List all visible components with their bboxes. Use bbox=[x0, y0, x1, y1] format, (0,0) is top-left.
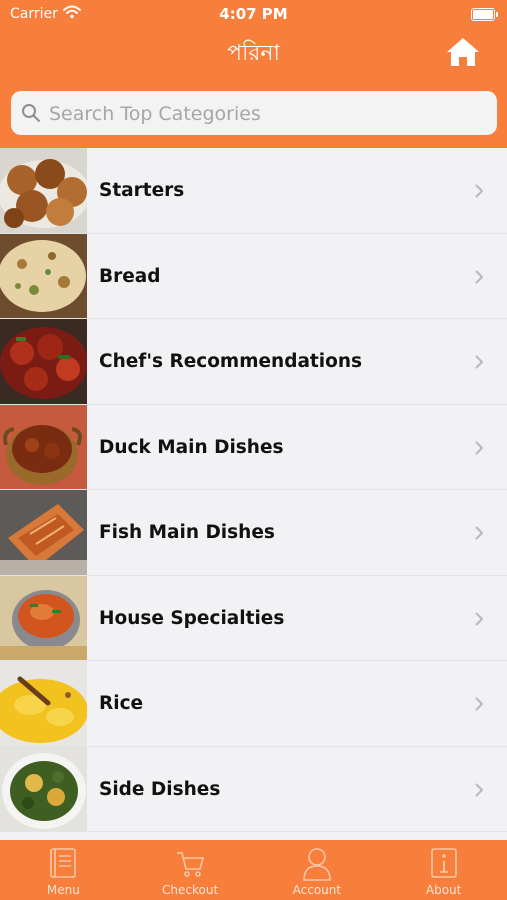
bread-thumbnail bbox=[0, 233, 87, 318]
rice-thumbnail bbox=[0, 661, 87, 746]
chevron-right-icon bbox=[475, 697, 483, 711]
battery-icon bbox=[471, 8, 498, 21]
user-icon bbox=[303, 848, 331, 881]
search-bar[interactable] bbox=[11, 91, 497, 137]
category-row-fish-main-dishes[interactable]: Fish Main Dishes bbox=[0, 490, 507, 576]
category-label: Side Dishes bbox=[99, 778, 221, 800]
tab-account-label: Account bbox=[292, 883, 342, 897]
cart-icon bbox=[177, 852, 204, 877]
app-logo: পরিনা bbox=[227, 41, 280, 66]
side-dishes-thumbnail bbox=[0, 746, 87, 831]
tab-bar: Menu Checkout Account About bbox=[0, 840, 507, 900]
search-icon bbox=[22, 104, 40, 122]
chefs-recommendations-thumbnail bbox=[0, 319, 87, 404]
category-label: Fish Main Dishes bbox=[99, 522, 275, 543]
category-row-rice[interactable]: Rice bbox=[0, 661, 507, 747]
chevron-right-icon bbox=[475, 270, 483, 283]
starters-thumbnail bbox=[0, 148, 87, 233]
menu-book-icon bbox=[50, 848, 77, 878]
fish-main-dishes-thumbnail bbox=[0, 490, 87, 575]
category-row-side-dishes[interactable]: Side Dishes bbox=[0, 746, 507, 832]
status-bar: Carrier 4:07 PM bbox=[0, 0, 507, 30]
tab-menu[interactable]: Menu bbox=[0, 840, 127, 900]
chevron-right-icon bbox=[475, 526, 483, 540]
chevron-right-icon bbox=[475, 184, 483, 198]
app-header: Carrier 4:07 PM পরিনা bbox=[0, 0, 507, 148]
category-row-chefs-recommendations[interactable]: Chef's Recommendations bbox=[0, 319, 507, 405]
category-row-house-specialties[interactable]: House Specialties bbox=[0, 575, 507, 661]
tab-account[interactable]: Account bbox=[254, 840, 381, 900]
category-label: Chef's Recommendations bbox=[99, 351, 363, 372]
category-label: Starters bbox=[99, 180, 185, 201]
tab-about-label: About bbox=[425, 883, 462, 897]
category-label: House Specialties bbox=[99, 607, 285, 629]
duck-main-dishes-thumbnail bbox=[0, 404, 87, 489]
category-label: Bread bbox=[99, 265, 161, 287]
home-icon[interactable] bbox=[445, 36, 481, 68]
category-row-starters[interactable]: Starters bbox=[0, 148, 507, 234]
category-label: Rice bbox=[99, 693, 144, 714]
info-icon bbox=[430, 848, 457, 878]
chevron-right-icon bbox=[475, 441, 483, 454]
category-label: Duck Main Dishes bbox=[99, 436, 284, 458]
category-row-bread[interactable]: Bread bbox=[0, 233, 507, 319]
tab-checkout-label: Checkout bbox=[162, 883, 219, 897]
category-list: Starters Bread Chef's Recommendations Du… bbox=[0, 148, 507, 832]
chevron-right-icon bbox=[475, 783, 483, 796]
category-row-duck-main-dishes[interactable]: Duck Main Dishes bbox=[0, 404, 507, 490]
chevron-right-icon bbox=[475, 612, 483, 625]
tab-checkout[interactable]: Checkout bbox=[127, 840, 254, 900]
status-time: 4:07 PM bbox=[219, 5, 288, 23]
tab-about[interactable]: About bbox=[380, 840, 507, 900]
house-specialties-thumbnail bbox=[0, 575, 87, 660]
chevron-right-icon bbox=[475, 355, 483, 369]
search-input[interactable] bbox=[47, 91, 491, 137]
tab-menu-label: Menu bbox=[46, 883, 80, 897]
